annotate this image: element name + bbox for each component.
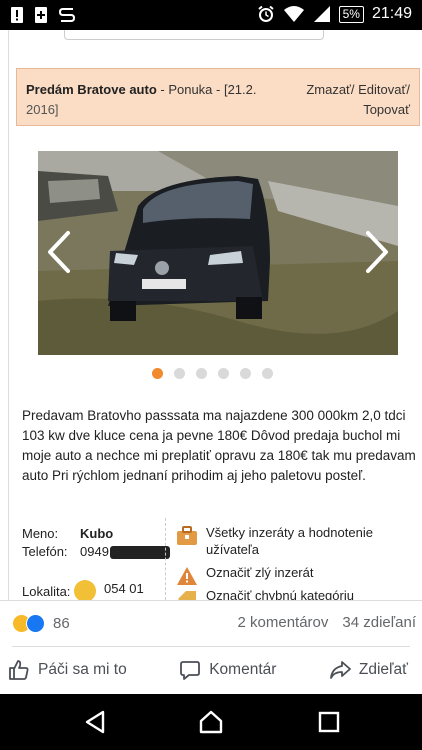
like-reaction-icon — [26, 614, 45, 633]
thumbs-up-icon — [9, 660, 29, 680]
plus-box-icon — [35, 7, 47, 23]
ad-actions-line1[interactable]: Zmazať/ Editovať/ — [306, 82, 410, 97]
alarm-icon — [257, 5, 274, 22]
comment-label[interactable]: Komentár — [209, 661, 276, 679]
like-button[interactable]: Páči sa mi to — [8, 657, 127, 683]
post-footer: 86 2 komentárov 34 zdieľaní Páči sa mi t… — [0, 600, 422, 694]
ad-screenshot[interactable]: Predám Bratove auto - Ponuka - [21.2. 20… — [0, 30, 422, 600]
share-label[interactable]: Zdieľať — [359, 661, 408, 679]
ad-subtitle: - Ponuka - [21.2. — [156, 82, 257, 97]
next-photo-arrow-icon[interactable] — [362, 229, 392, 275]
comment-button[interactable]: Komentár — [179, 657, 276, 683]
reactions-summary[interactable]: 86 — [12, 614, 70, 633]
wrong-category-link[interactable]: Označiť chybnú kategóriu — [174, 587, 414, 600]
top-tab-edge — [64, 30, 324, 40]
seller-name: Kubo — [80, 526, 114, 541]
photo-gallery[interactable] — [38, 151, 398, 355]
seller-phone[interactable]: 0949 — [80, 543, 109, 561]
status-bar: 5% 21:49 — [0, 0, 422, 30]
gallery-pagination[interactable] — [152, 368, 273, 379]
seller-phone-label: Telefón: — [22, 544, 68, 559]
report-ad-link[interactable]: Označiť zlý inzerát — [174, 564, 414, 585]
ad-page: Predám Bratove auto - Ponuka - [21.2. 20… — [8, 30, 420, 600]
bag-icon — [177, 526, 197, 545]
all-ads-label[interactable]: Všetky inzeráty a hodnotenie užívateľa — [206, 525, 373, 557]
gallery-dot[interactable] — [218, 368, 229, 379]
info-separator — [165, 518, 166, 600]
gallery-dot[interactable] — [240, 368, 251, 379]
car-photo — [38, 151, 398, 355]
reaction-count[interactable]: 86 — [53, 615, 70, 632]
share-button[interactable]: Zdieľať — [329, 657, 408, 683]
shares-count[interactable]: 34 zdieľaní — [342, 614, 416, 631]
like-label[interactable]: Páči sa mi to — [38, 661, 127, 679]
report-ad-label[interactable]: Označiť zlý inzerát — [206, 565, 313, 580]
wrong-category-label[interactable]: Označiť chybnú kategóriu — [206, 588, 354, 600]
battery-indicator: 5% — [338, 5, 364, 23]
comment-bubble-icon — [180, 661, 201, 680]
seller-info: Meno: Kubo Telefón: 0949 — [22, 525, 170, 561]
android-nav-bar — [0, 694, 422, 750]
location-face-icon — [74, 580, 96, 600]
ad-actions[interactable]: Zmazať/ Editovať/ Topovať — [280, 80, 410, 120]
gallery-dot[interactable] — [196, 368, 207, 379]
ad-actions-line2[interactable]: Topovať — [363, 102, 410, 117]
ad-description: Predavam Bratovho passsata ma najazdene … — [22, 408, 416, 483]
post-divider — [12, 646, 410, 647]
ad-title-block: Predám Bratove auto - Ponuka - [21.2. 20… — [26, 80, 266, 120]
all-ads-link[interactable]: Všetky inzeráty a hodnotenie užívateľa — [174, 524, 414, 558]
alert-icon — [11, 7, 23, 23]
gallery-dot[interactable] — [262, 368, 273, 379]
gallery-dot[interactable] — [174, 368, 185, 379]
share-arrow-icon — [329, 661, 351, 679]
seller-name-label: Meno: — [22, 526, 59, 541]
tag-icon — [178, 591, 196, 600]
back-icon[interactable] — [83, 710, 107, 734]
ad-side-actions: Všetky inzeráty a hodnotenie užívateľa O… — [174, 524, 414, 600]
ad-header: Predám Bratove auto - Ponuka - [21.2. 20… — [16, 68, 420, 126]
prev-photo-arrow-icon[interactable] — [44, 229, 74, 275]
home-icon[interactable] — [199, 710, 223, 734]
warning-icon — [177, 567, 197, 585]
signal-icon — [313, 6, 330, 22]
ad-date-tail: 2016] — [26, 102, 59, 117]
seller-location-label: Lokalita: — [22, 584, 71, 599]
comments-count[interactable]: 2 komentárov — [238, 614, 329, 631]
recent-apps-icon[interactable] — [317, 710, 341, 734]
s-app-icon — [58, 8, 76, 22]
wifi-icon — [283, 6, 304, 22]
post-stats: 2 komentárov 34 zdieľaní — [238, 614, 416, 631]
post-action-bar: Páči sa mi to Komentár Zdieľať — [0, 657, 422, 683]
clock: 21:49 — [371, 5, 412, 22]
seller-location: 054 01 — [104, 581, 144, 596]
gallery-dot[interactable] — [152, 368, 163, 379]
phone-redaction — [110, 546, 170, 559]
ad-title: Predám Bratove auto — [26, 82, 157, 97]
